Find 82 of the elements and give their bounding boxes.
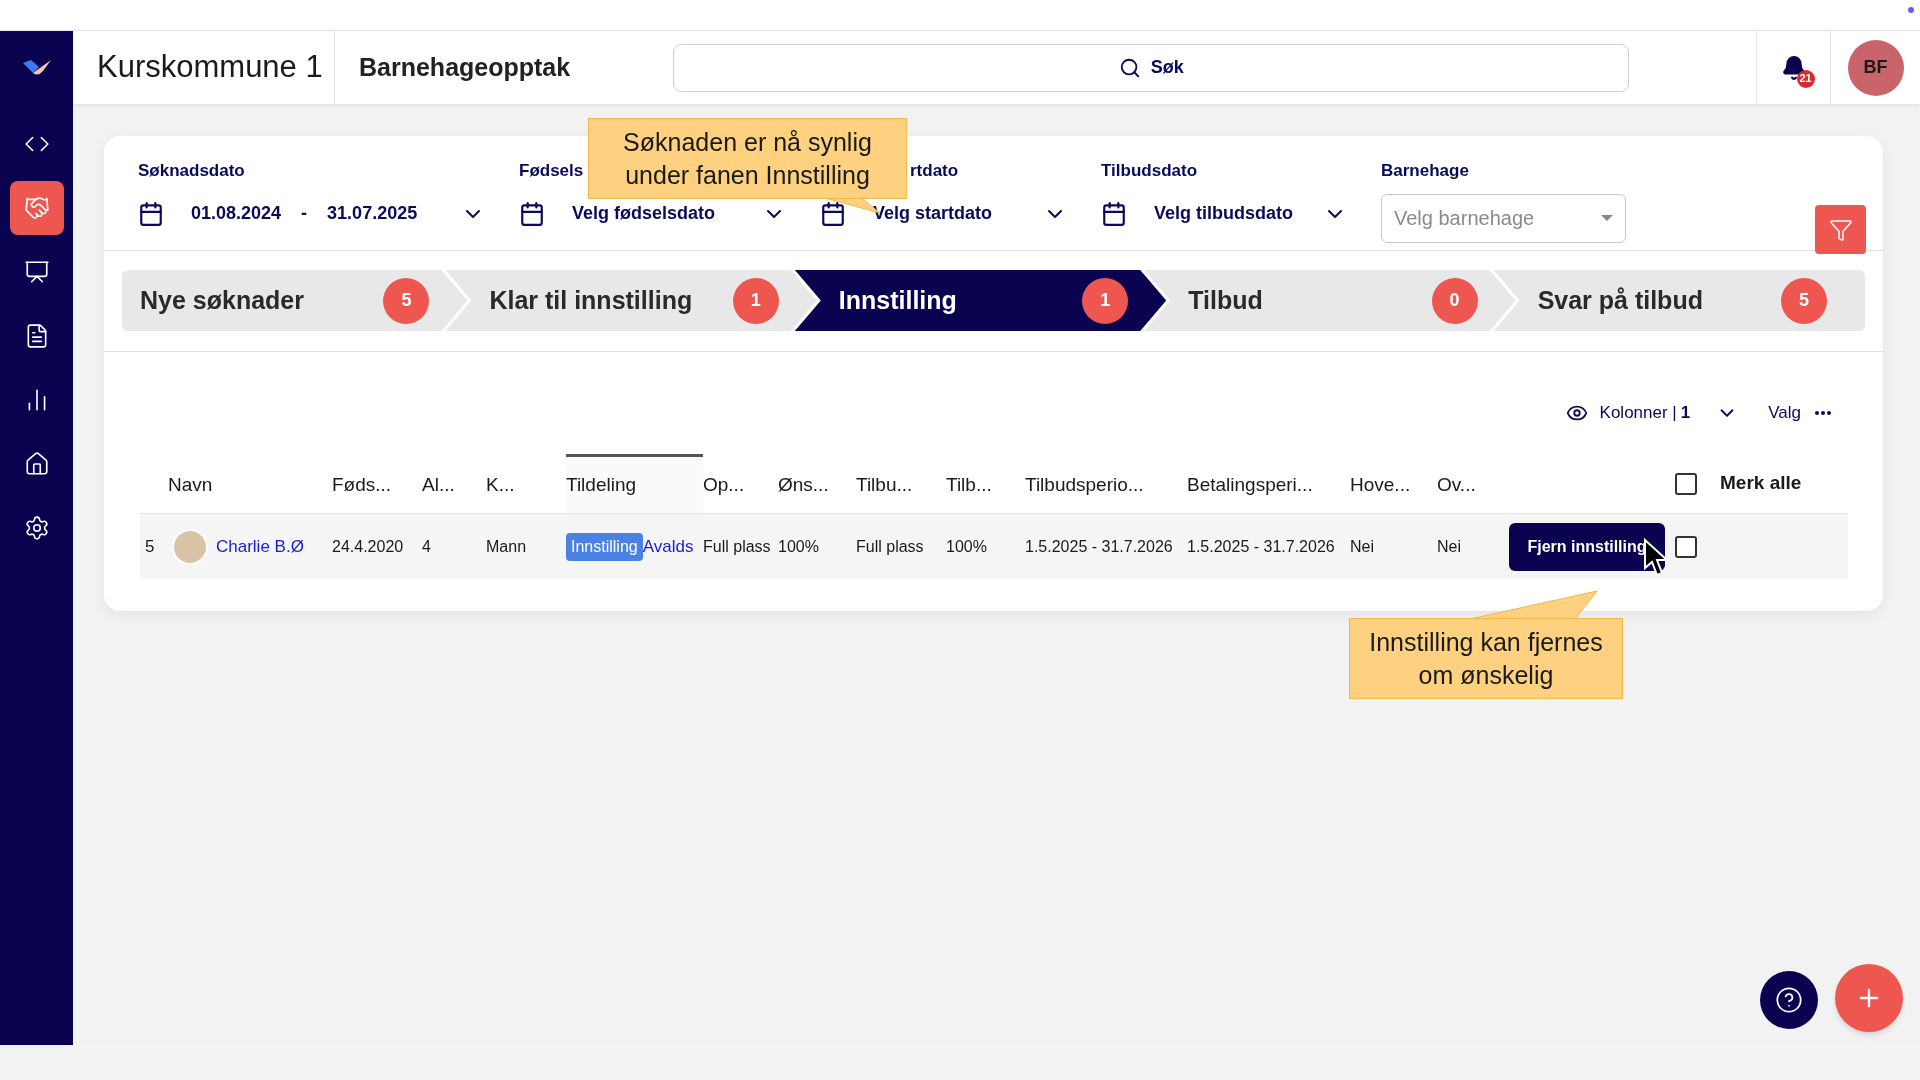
calendar-icon[interactable] <box>519 200 545 227</box>
date-to[interactable]: 31.07.2025 <box>327 200 418 227</box>
table-cell: Full plass <box>856 537 924 555</box>
filter-icon <box>1828 217 1853 242</box>
filter-label: Barnehage <box>1381 160 1469 182</box>
column-header[interactable]: Navn <box>168 454 332 513</box>
kindergarten-link[interactable]: Avalds <box>642 533 694 560</box>
column-header[interactable]: K... <box>486 454 566 513</box>
filter-button[interactable] <box>1815 205 1866 254</box>
sidebar-button[interactable] <box>9 181 64 235</box>
stage-tab[interactable]: Tilbud 0 <box>1144 270 1516 331</box>
organisation-name: Kurskommune 1 <box>97 48 323 87</box>
stage-tab[interactable]: Nye søknader 5 <box>122 270 468 331</box>
count-badge: 5 <box>1781 277 1828 324</box>
date-separator: - <box>301 202 308 225</box>
table-cell: 4 <box>422 537 431 555</box>
kindergarten-select[interactable]: Velg barnehage <box>1381 193 1626 243</box>
column-header[interactable]: Ov... <box>1437 454 1509 513</box>
select-all-label: Merk alle <box>1720 471 1802 496</box>
columns-button[interactable]: Kolonner | 1 <box>1599 400 1739 426</box>
table-cell: Nei <box>1437 537 1461 555</box>
date-picker[interactable]: Velg fødselsdato <box>572 200 716 227</box>
count-badge: 5 <box>383 277 430 324</box>
help-icon <box>1775 986 1803 1014</box>
search-icon <box>1118 56 1141 79</box>
presentation-icon <box>23 259 50 285</box>
calendar-icon[interactable] <box>138 200 164 227</box>
column-header[interactable]: Tilb... <box>946 454 1025 513</box>
date-picker[interactable]: Velg tilbudsdato <box>1154 200 1293 227</box>
photo-placeholder <box>172 528 208 565</box>
search-field[interactable]: Søk <box>673 43 1630 92</box>
table-cell: 100% <box>946 537 987 555</box>
checkbox[interactable] <box>1675 472 1697 495</box>
remove-recommendation-button[interactable]: Fjern innstilling <box>1509 522 1665 571</box>
date-from[interactable]: 01.08.2024 <box>191 200 282 227</box>
date-picker[interactable]: Velg startdato <box>873 200 993 227</box>
table-cell: Mann <box>486 537 527 555</box>
checkbox[interactable] <box>1675 535 1697 558</box>
filter-label: Fødsels <box>519 160 584 182</box>
help-button[interactable] <box>1760 971 1818 1029</box>
table-cell: 24.4.2020 <box>332 537 404 555</box>
column-header[interactable]: Øns... <box>778 454 856 513</box>
table-cell: 1.5.2025 - 31.7.2026 <box>1025 537 1173 555</box>
stage-tab[interactable]: Klar til innstilling 1 <box>445 270 817 331</box>
column-header[interactable]: Betalingsperi... <box>1187 454 1350 513</box>
settings-icon <box>23 515 50 541</box>
column-header[interactable]: Føds... <box>332 454 422 513</box>
options-button[interactable]: Valg <box>1768 400 1831 426</box>
table-cell: Nei <box>1350 537 1374 555</box>
more-icon <box>1815 411 1831 415</box>
stage-tab[interactable]: Svar på tilbud 5 <box>1493 270 1866 331</box>
count-badge: 0 <box>1431 277 1478 324</box>
calendar-icon[interactable] <box>820 200 846 227</box>
column-header[interactable]: Op... <box>703 454 778 513</box>
column-header[interactable]: Hove... <box>1350 454 1437 513</box>
column-header[interactable]: Tildeling <box>566 454 703 513</box>
module-title: Barnehageopptak <box>359 51 571 83</box>
cursor-icon <box>1643 538 1669 578</box>
user-avatar[interactable]: BF <box>1847 39 1904 96</box>
filter-label: Tilbudsdato <box>1101 160 1197 182</box>
count-badge: 1 <box>732 277 779 324</box>
column-header[interactable]: Tilbu... <box>856 454 946 513</box>
handshake-icon <box>23 195 50 221</box>
table-cell: 1.5.2025 - 31.7.2026 <box>1187 537 1335 555</box>
notifications-button[interactable]: 21 <box>1771 45 1816 90</box>
filter-label: rtdato <box>910 160 959 182</box>
count-badge: 1 <box>1082 277 1129 324</box>
child-name-link[interactable]: Charlie B.Ø <box>216 533 304 560</box>
column-header[interactable]: Tilbudsperio... <box>1025 454 1187 513</box>
stage-tab[interactable]: Innstilling 1 <box>794 270 1167 331</box>
filter-label: Søknadsdato <box>138 160 245 182</box>
house-icon <box>23 451 50 477</box>
column-header[interactable]: Al... <box>422 454 486 513</box>
table-cell: Full plass <box>703 537 771 555</box>
add-button[interactable] <box>1835 964 1903 1032</box>
notification-count: 21 <box>1796 69 1815 88</box>
status-tag: Innstilling <box>566 532 643 561</box>
row-number: 5 <box>144 535 156 558</box>
table-row[interactable]: 5 Charlie B.Ø 24.4.2020 4 Mann Innstilling Avalds Full plass 100% Full plass 100% 1.5.2025 - 31.7.2026 1.5.2025 - 31.7.2026 Nei Nei Fjern innstilling <box>140 514 1848 579</box>
calendar-icon[interactable] <box>1101 200 1127 227</box>
search-placeholder: Søk <box>1150 56 1184 79</box>
table-cell: 100% <box>778 537 819 555</box>
